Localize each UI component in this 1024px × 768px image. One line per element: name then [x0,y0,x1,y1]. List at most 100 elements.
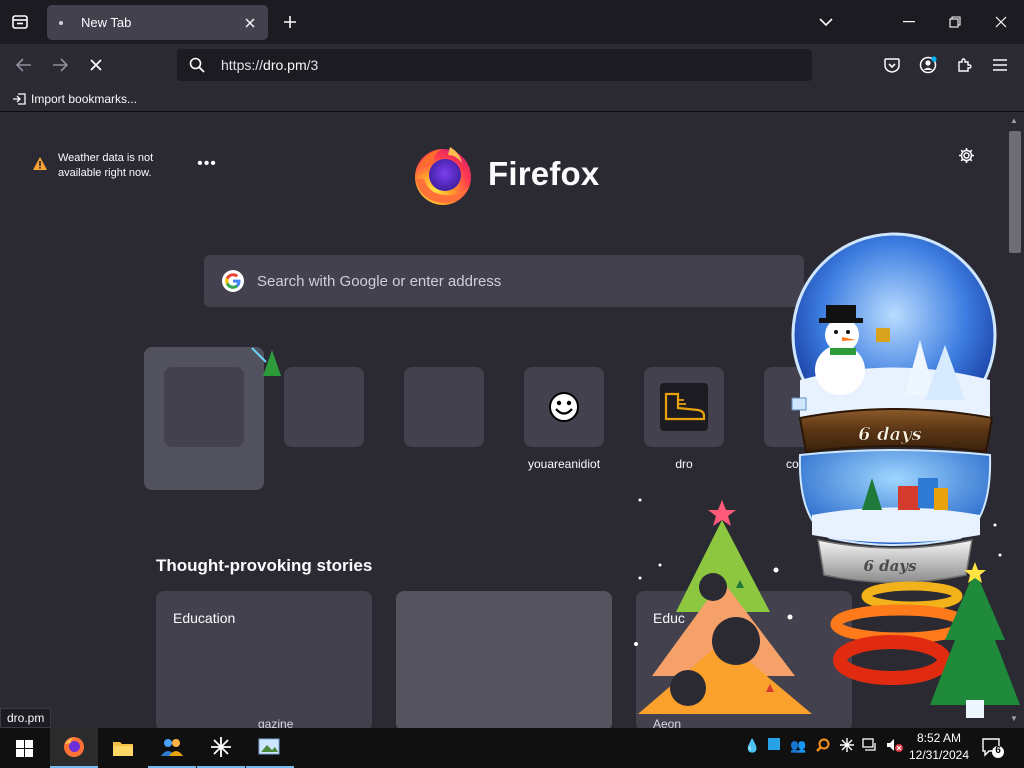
new-tab-button[interactable] [272,4,308,40]
close-icon [995,16,1007,28]
scroll-down-icon[interactable]: ▼ [1010,714,1018,723]
arrow-left-icon [16,58,31,72]
minimize-icon [903,21,915,23]
shortcut-youareanidiot[interactable] [524,367,604,447]
new-tab-page: Weather data is not available right now.… [0,113,1006,728]
taskbar-app-snowflake[interactable] [197,728,245,768]
tab-loading-icon [59,20,63,25]
restore-icon [949,16,961,28]
clock-date: 12/31/2024 [908,748,970,762]
story-publisher: gazine [258,717,294,728]
url-scheme: https:// [221,57,264,73]
minimize-button[interactable] [886,0,932,44]
weather-message: Weather data is not available right now. [58,152,154,179]
notification-count: 6 [995,745,1001,756]
gear-icon [958,147,974,163]
system-clock[interactable]: 8:52 AM 12/31/2024 [906,730,972,764]
tab-close-button[interactable] [238,11,262,35]
story-card[interactable]: Educ Aeon [636,591,852,728]
import-icon [13,92,26,105]
link-status-panel: dro.pm [0,708,52,728]
taskbar-file-explorer[interactable] [99,728,147,768]
import-bookmarks-label: Import bookmarks... [31,91,138,106]
app-menu-button[interactable] [984,49,1016,81]
url-path: /3 [306,57,319,73]
volume-icon[interactable] [886,738,904,755]
tab-new-tab[interactable]: New Tab [47,5,268,40]
list-all-tabs-button[interactable] [808,4,844,40]
clock-time: 8:52 AM [916,731,962,745]
story-source: Education [173,610,236,626]
story-publisher: Aeon [653,717,682,728]
scroll-up-icon[interactable]: ▲ [1010,116,1018,125]
tab-bar: New Tab [0,0,1024,44]
url-host: dro.pm [263,57,307,73]
shortcut-label: youareanidiot [527,457,601,471]
puzzle-icon [958,58,972,72]
pocket-icon [884,57,900,73]
weather-widget: Weather data is not available right now. [32,151,173,181]
back-button[interactable] [8,49,40,81]
more-icon: ••• [197,155,217,172]
stop-icon [90,59,102,71]
taskbar-app-pictures[interactable] [246,728,294,768]
url-text: https://dro.pm/3 [221,57,318,73]
shortcut-1-tile[interactable] [164,367,244,447]
account-button[interactable] [912,49,944,81]
network-icon[interactable] [862,738,878,755]
arrow-right-icon [53,58,68,72]
page-scrollbar[interactable]: ▲ ▼ [1006,113,1024,728]
stop-button[interactable] [80,49,112,81]
personalize-button[interactable] [954,143,978,167]
warning-icon [33,157,47,170]
search-icon [177,57,217,73]
forward-button[interactable] [44,49,76,81]
shortcut-dro[interactable] [644,367,724,447]
story-card[interactable] [396,591,612,728]
folder-icon [113,742,133,756]
firefox-view-icon [12,15,28,29]
firefox-logo: Firefox [410,141,599,207]
windows-icon [15,739,33,757]
chevron-down-icon [819,18,833,27]
pocket-button[interactable] [876,49,908,81]
firefox-view-button[interactable] [2,4,38,40]
extensions-button[interactable] [948,49,980,81]
shortcut-label: compu [785,457,823,471]
boot-icon [664,392,706,421]
start-button[interactable] [0,728,48,768]
shortcut-2[interactable] [284,367,364,447]
tab-title: New Tab [81,15,132,30]
close-icon [245,18,255,27]
taskbar-app-people[interactable] [148,728,196,768]
tray-drop-icon[interactable]: 💧 [744,738,760,754]
shortcut-3[interactable] [404,367,484,447]
image-icon [258,738,280,755]
snowflake-icon [211,737,231,757]
tray-square-icon[interactable] [768,738,780,753]
firefox-icon [64,737,84,757]
people-icon [161,739,183,756]
restore-button[interactable] [932,0,978,44]
hamburger-icon [993,59,1007,71]
weather-menu-button[interactable]: ••• [196,153,218,175]
import-bookmarks-button[interactable]: Import bookmarks... [12,92,137,106]
smiley-icon [549,392,579,422]
story-card[interactable]: Education gazine [156,591,372,728]
bookmarks-toolbar: Import bookmarks... [0,86,1024,112]
taskbar-firefox[interactable] [50,728,98,768]
address-bar[interactable]: https://dro.pm/3 [177,49,812,81]
navigation-toolbar: https://dro.pm/3 [0,44,1024,86]
google-icon [222,270,244,292]
close-window-button[interactable] [978,0,1024,44]
stories-heading: Thought-provoking stories [156,556,373,575]
tray-snowflake-icon[interactable] [840,738,854,755]
shortcut-compu[interactable] [764,367,844,447]
account-icon [919,56,937,74]
firefox-wordmark: Firefox [488,155,600,192]
action-center-button[interactable]: 6 [982,738,1004,761]
search-box[interactable]: Search with Google or enter address [204,255,804,307]
tray-search-icon[interactable] [816,738,830,755]
scrollbar-thumb[interactable] [1009,131,1021,253]
tray-people-icon[interactable]: 👥 [790,738,806,754]
